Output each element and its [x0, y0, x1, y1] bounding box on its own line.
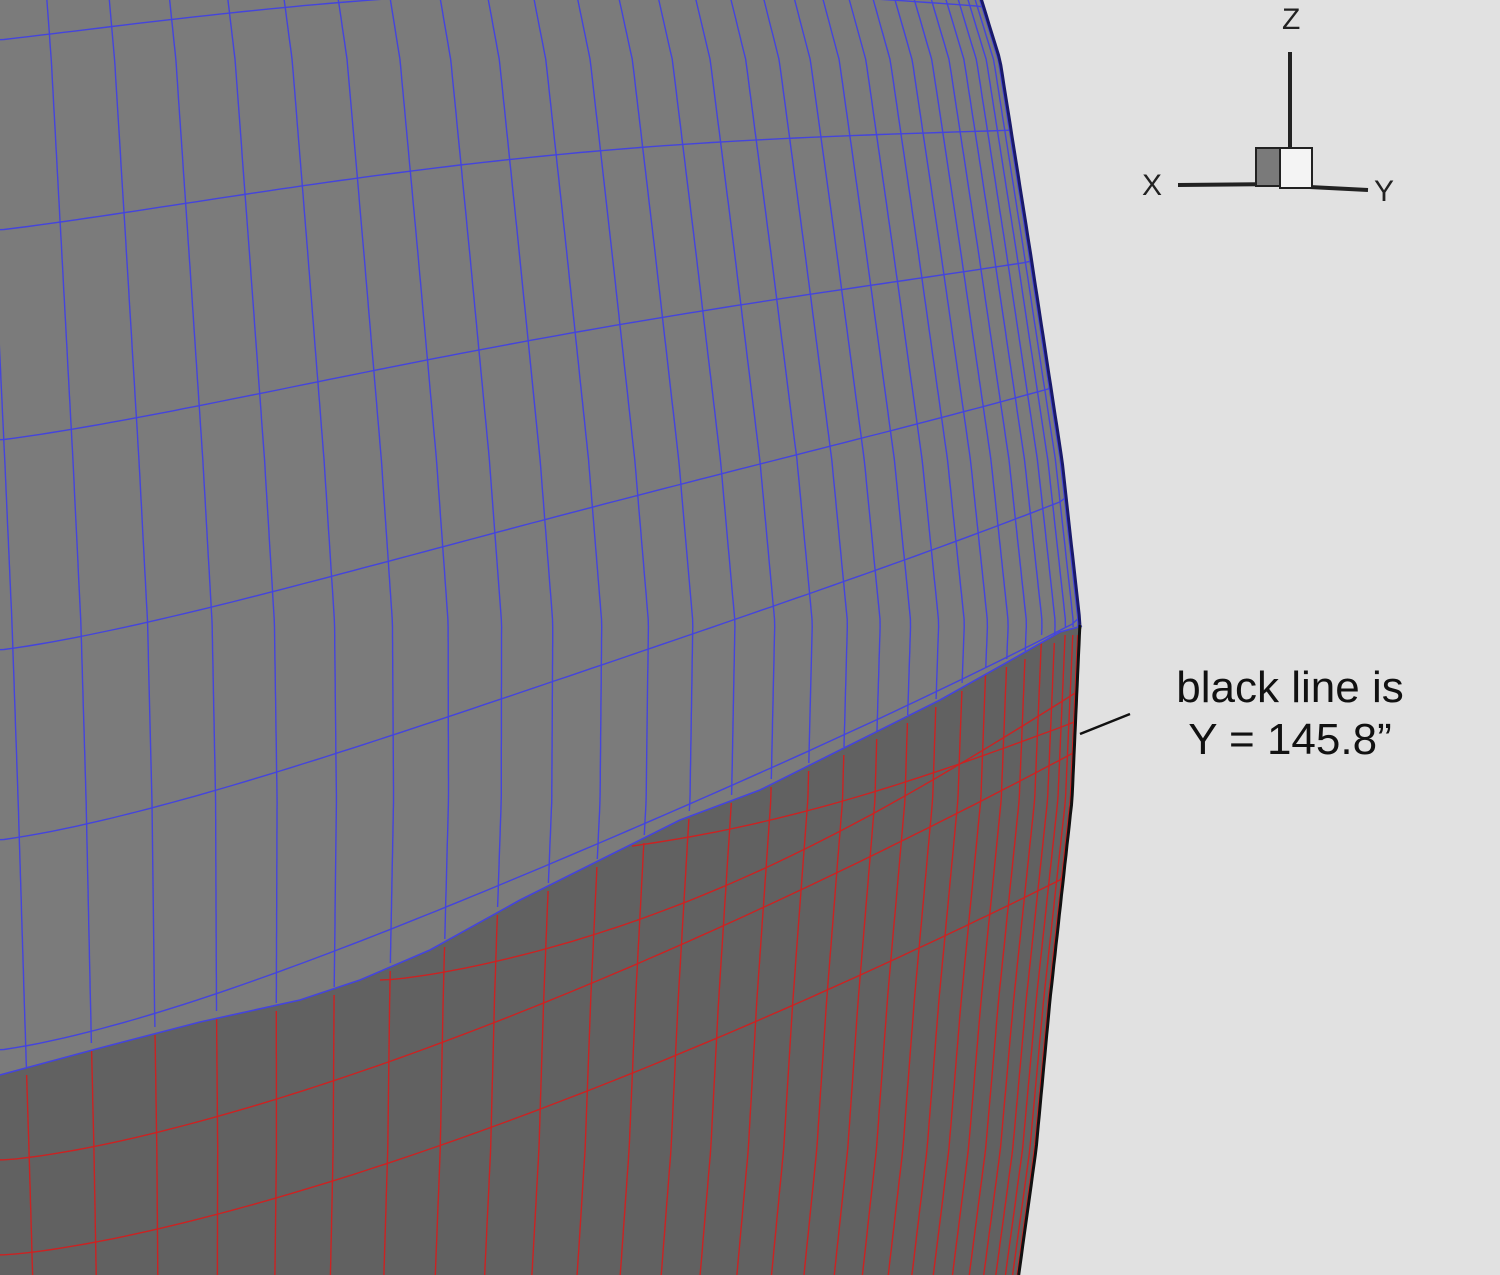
- edge-annotation: black line is Y = 145.8”: [1140, 662, 1440, 766]
- y-axis-label: Y: [1374, 175, 1395, 208]
- orientation-triad: [1177, 52, 1369, 192]
- z-axis-label: Z: [1282, 3, 1301, 36]
- triad-box-left-face: [1255, 147, 1281, 187]
- annotation-line-1: black line is: [1176, 663, 1404, 712]
- mesh-viewport[interactable]: Z X Y black line is Y = 145.8”: [0, 0, 1500, 1275]
- x-axis-label: X: [1142, 169, 1163, 202]
- triad-box-right-face: [1279, 147, 1313, 189]
- annotation-line-2: Y = 145.8”: [1188, 715, 1392, 764]
- surface-mesh: [0, 0, 1369, 1275]
- annotation-leader-line: [1079, 712, 1131, 736]
